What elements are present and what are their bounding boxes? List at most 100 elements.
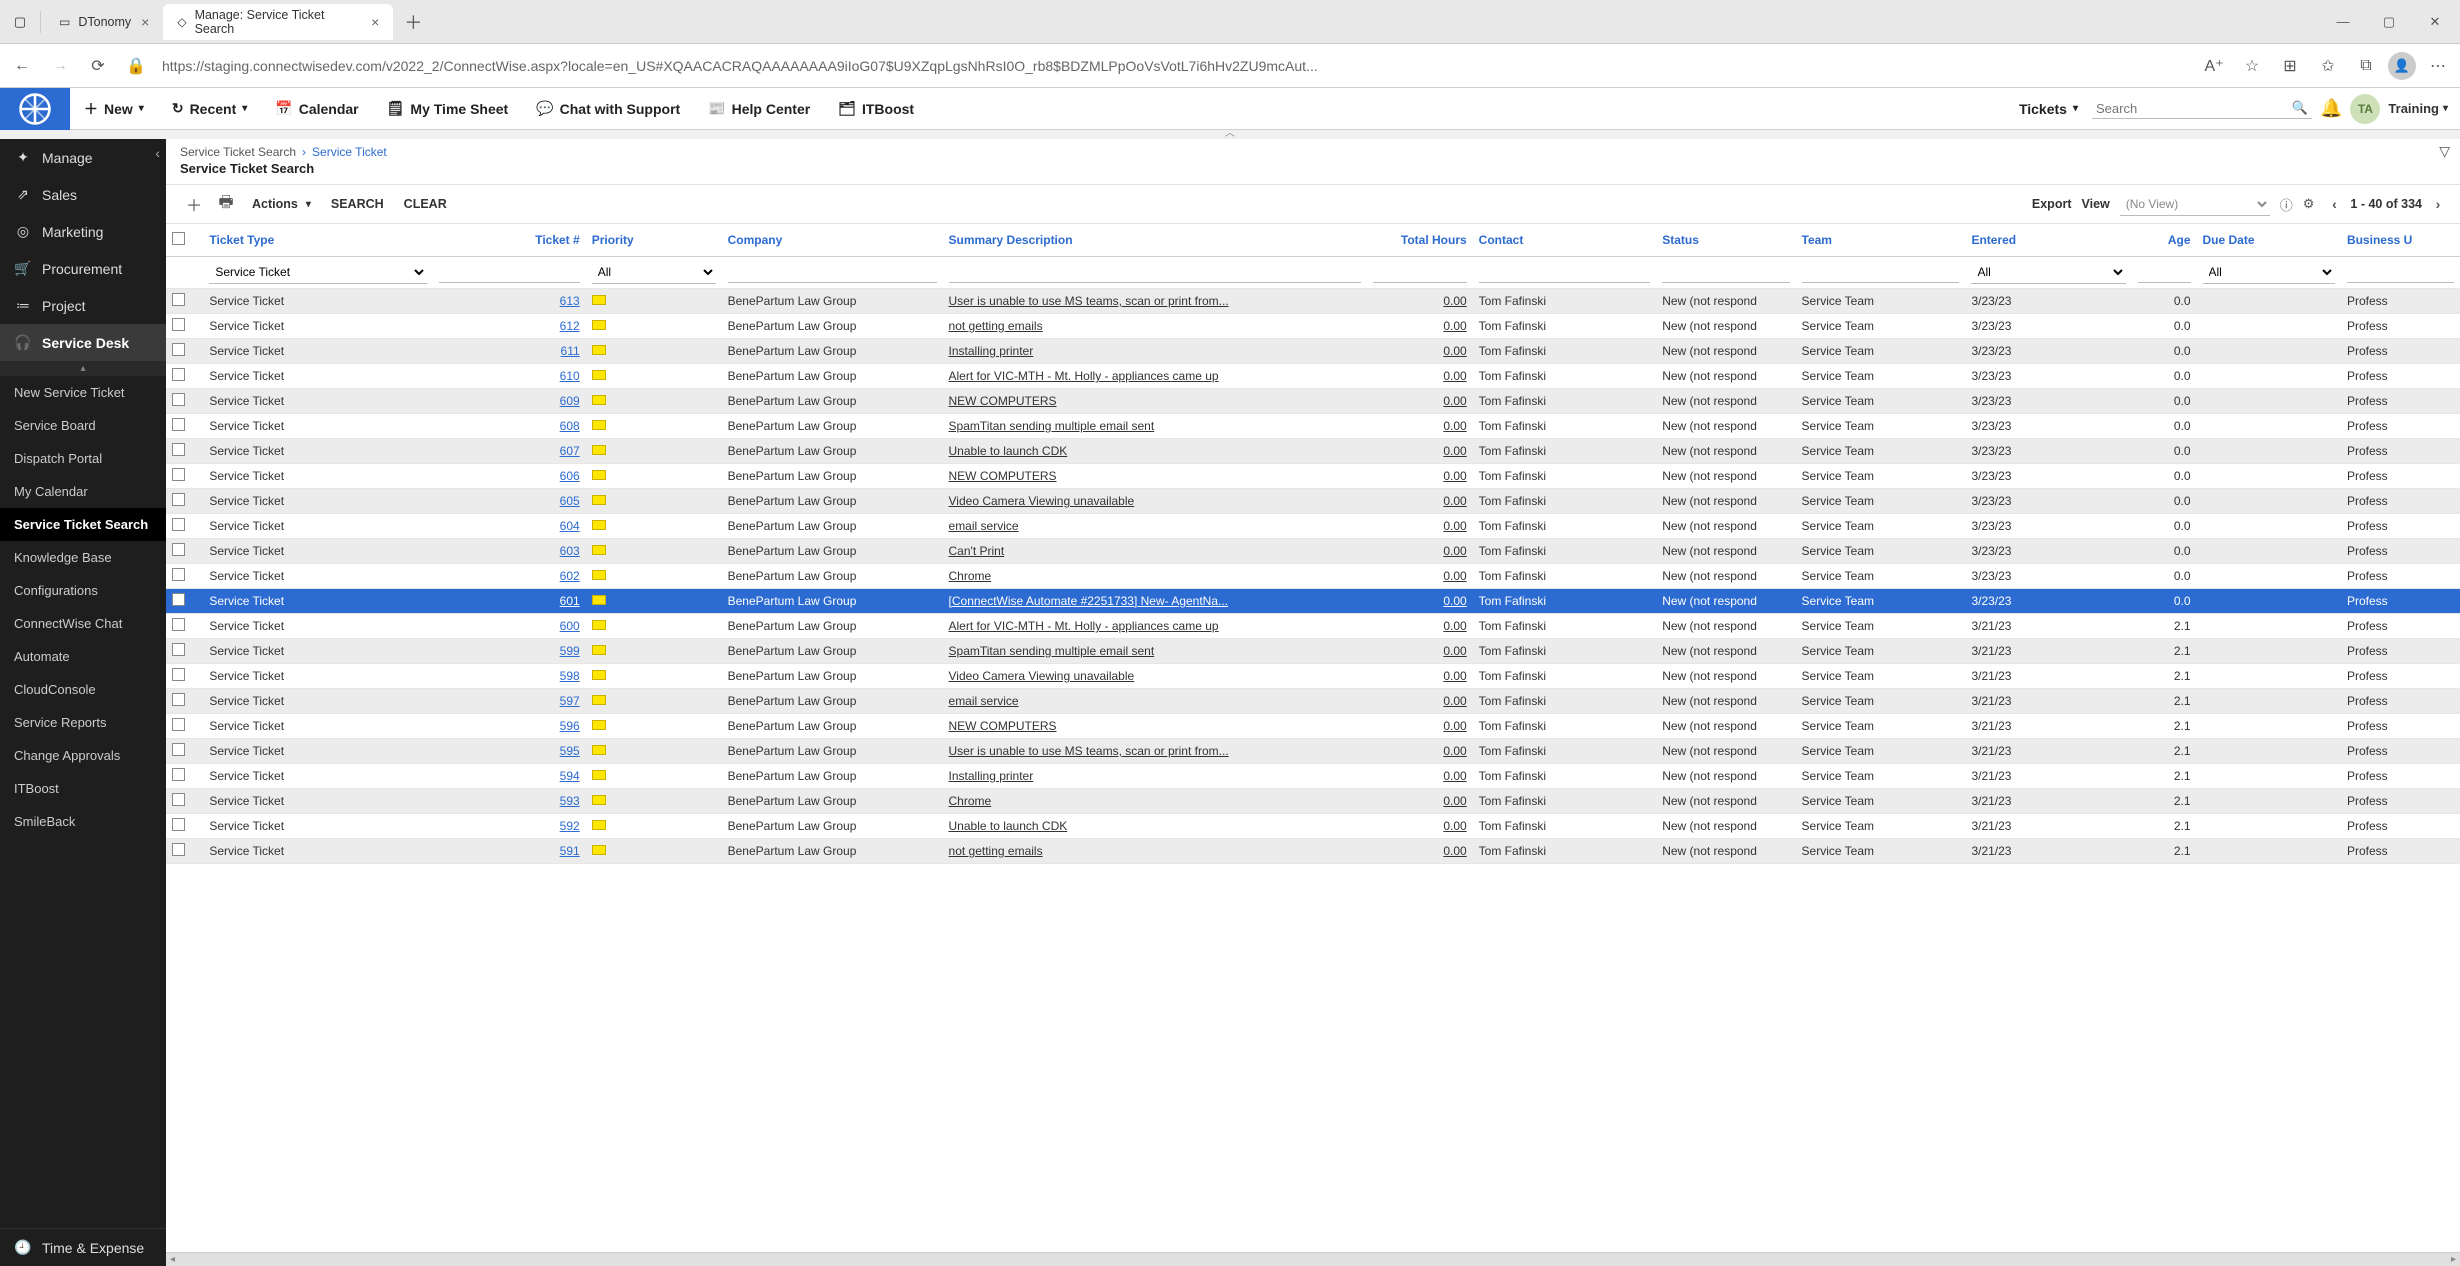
summary-link[interactable]: Alert for VIC-MTH - Mt. Holly - applianc… [949,619,1219,633]
nav-sub-item[interactable]: Change Approvals [0,739,166,772]
search-button[interactable]: SEARCH [321,197,394,211]
row-checkbox[interactable] [172,368,185,381]
table-row[interactable]: Service Ticket597BenePartum Law Groupema… [166,689,2460,714]
table-row[interactable]: Service Ticket598BenePartum Law GroupVid… [166,664,2460,689]
table-row[interactable]: Service Ticket594BenePartum Law GroupIns… [166,764,2460,789]
nav-new[interactable]: ＋New▾ [70,88,158,130]
summary-link[interactable]: email service [949,519,1019,533]
hours-link[interactable]: 0.00 [1443,469,1466,483]
ticket-number-link[interactable]: 597 [560,694,580,708]
ticket-number-link[interactable]: 603 [560,544,580,558]
table-row[interactable]: Service Ticket604BenePartum Law Groupema… [166,514,2460,539]
hours-link[interactable]: 0.00 [1443,794,1466,808]
ticket-number-link[interactable]: 592 [560,819,580,833]
read-aloud-icon[interactable]: A⁺ [2198,50,2230,82]
nav-calendar[interactable]: 📅Calendar [261,88,372,130]
table-row[interactable]: Service Ticket610BenePartum Law GroupAle… [166,364,2460,389]
col-age[interactable]: Age [2132,224,2197,257]
filter-ticket-num[interactable] [439,262,580,283]
filter-summary[interactable] [949,262,1362,283]
ticket-number-link[interactable]: 613 [560,294,580,308]
row-checkbox[interactable] [172,743,185,756]
summary-link[interactable]: User is unable to use MS teams, scan or … [949,294,1229,308]
nav-itboost[interactable]: 🗂ITBoost [824,88,928,130]
nav-item[interactable]: ⇗Sales [0,176,166,213]
nav-chat[interactable]: 💬Chat with Support [522,88,694,130]
help-icon[interactable]: ⓘ [2280,195,2293,214]
table-row[interactable]: Service Ticket591BenePartum Law Groupnot… [166,839,2460,864]
summary-link[interactable]: email service [949,694,1019,708]
summary-link[interactable]: Video Camera Viewing unavailable [949,669,1135,683]
nav-reload-button[interactable]: ⟳ [82,50,114,82]
row-checkbox[interactable] [172,493,185,506]
hours-link[interactable]: 0.00 [1443,844,1466,858]
col-company[interactable]: Company [722,224,943,257]
nav-recent[interactable]: ↻Recent▾ [158,88,261,130]
nav-time-expense[interactable]: 🕘 Time & Expense [0,1228,166,1266]
col-ticket-type[interactable]: Ticket Type [203,224,432,257]
ticket-number-link[interactable]: 608 [560,419,580,433]
page-next-button[interactable]: › [2428,196,2448,212]
horizontal-scrollbar[interactable]: ◂▸ [166,1252,2460,1266]
ticket-number-link[interactable]: 591 [560,844,580,858]
ticket-number-link[interactable]: 594 [560,769,580,783]
ticket-number-link[interactable]: 606 [560,469,580,483]
hours-link[interactable]: 0.00 [1443,619,1466,633]
filter-company[interactable] [728,262,937,283]
row-checkbox[interactable] [172,393,185,406]
filter-age[interactable] [2138,262,2191,283]
col-priority[interactable]: Priority [586,224,722,257]
nav-sub-item[interactable]: Automate [0,640,166,673]
breadcrumb-current[interactable]: Service Ticket [312,145,387,159]
favorites-bar-icon[interactable]: ✩ [2312,50,2344,82]
nav-sub-item[interactable]: ConnectWise Chat [0,607,166,640]
site-info-icon[interactable]: 🔒 [120,50,152,82]
summary-link[interactable]: NEW COMPUTERS [949,469,1057,483]
new-tab-button[interactable]: ＋ [399,8,427,36]
profile-avatar[interactable]: 👤 [2388,52,2416,80]
summary-link[interactable]: Installing printer [949,769,1034,783]
table-row[interactable]: Service Ticket600BenePartum Law GroupAle… [166,614,2460,639]
col-business-unit[interactable]: Business U [2341,224,2460,257]
hours-link[interactable]: 0.00 [1443,494,1466,508]
hours-link[interactable]: 0.00 [1443,744,1466,758]
row-checkbox[interactable] [172,293,185,306]
url-input[interactable] [158,52,2192,80]
ticket-number-link[interactable]: 602 [560,569,580,583]
filter-status[interactable] [1662,262,1789,283]
filter-hours[interactable] [1373,262,1466,283]
hours-link[interactable]: 0.00 [1443,419,1466,433]
export-link[interactable]: Export [2032,197,2072,211]
ticket-number-link[interactable]: 595 [560,744,580,758]
collapse-nav-icon[interactable]: ‹ [155,145,160,161]
tab-close-icon[interactable]: × [141,14,149,30]
row-checkbox[interactable] [172,843,185,856]
summary-link[interactable]: SpamTitan sending multiple email sent [949,644,1155,658]
row-checkbox[interactable] [172,593,185,606]
user-menu[interactable]: Training▾ [2388,101,2448,116]
nav-item[interactable]: ◎Marketing [0,213,166,250]
nav-sub-item[interactable]: CloudConsole [0,673,166,706]
nav-sub-item[interactable]: Service Board [0,409,166,442]
favorite-icon[interactable]: ☆ [2236,50,2268,82]
table-row[interactable]: Service Ticket603BenePartum Law GroupCan… [166,539,2460,564]
col-status[interactable]: Status [1656,224,1795,257]
window-minimize-button[interactable]: — [2322,7,2364,37]
nav-timesheet[interactable]: 🗒My Time Sheet [373,88,523,130]
extensions-icon[interactable]: ⊞ [2274,50,2306,82]
hours-link[interactable]: 0.00 [1443,694,1466,708]
nav-item[interactable]: ≔Project [0,287,166,324]
notifications-icon[interactable]: 🔔 [2320,98,2342,119]
nav-sub-item[interactable]: New Service Ticket [0,376,166,409]
nav-sub-item[interactable]: Dispatch Portal [0,442,166,475]
nav-item[interactable]: 🛒Procurement [0,250,166,287]
ticket-number-link[interactable]: 600 [560,619,580,633]
table-row[interactable]: Service Ticket593BenePartum Law GroupChr… [166,789,2460,814]
table-row[interactable]: Service Ticket602BenePartum Law GroupChr… [166,564,2460,589]
hours-link[interactable]: 0.00 [1443,294,1466,308]
hours-link[interactable]: 0.00 [1443,319,1466,333]
filter-entered[interactable]: All [1971,261,2126,284]
hours-link[interactable]: 0.00 [1443,544,1466,558]
summary-link[interactable]: NEW COMPUTERS [949,719,1057,733]
filter-icon[interactable]: ▽ [2439,143,2450,160]
